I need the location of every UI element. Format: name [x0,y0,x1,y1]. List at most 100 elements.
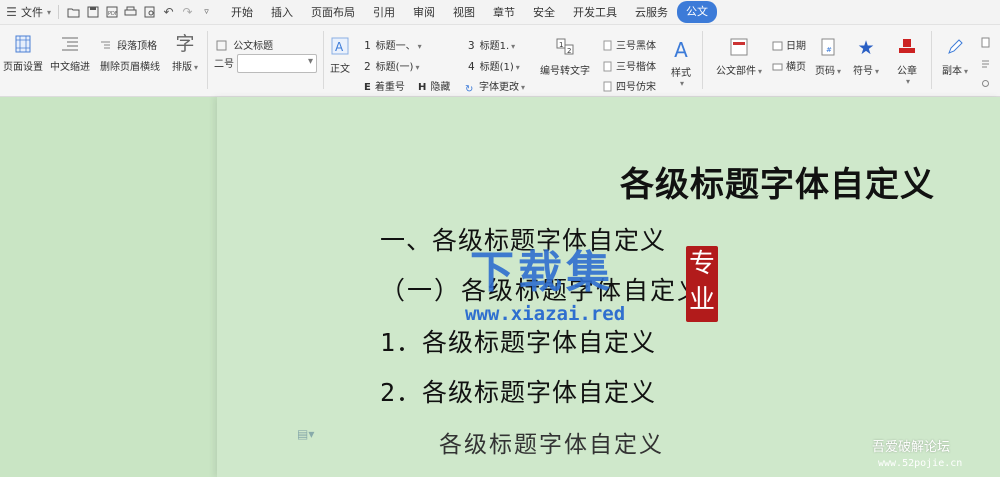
doc-icon [602,81,613,92]
pen-edit-icon [944,37,966,59]
para-top-icon [100,40,111,51]
star-icon: ★ [857,37,875,59]
text-style-icon: A [329,35,351,57]
tab-official-doc[interactable]: 公文 [677,1,718,23]
paragraph-layout-icon[interactable]: ▤▾ [297,427,314,441]
indent-icon [59,33,81,55]
save-icon[interactable] [85,5,100,19]
tab-security[interactable]: 安全 [524,1,564,23]
official-title-button[interactable]: 公文标题 [216,37,273,52]
export-pdf-icon[interactable]: PDF [104,5,119,19]
seal-stamp-icon [896,37,918,59]
chevron-down-icon: ▾ [837,67,842,76]
symbol-button[interactable]: ★ 符号 ▾ [852,37,880,77]
san-kai-button[interactable]: 三号楷体 [602,58,656,73]
ribbon-tabs: 开始 插入 页面布局 引用 审阅 视图 章节 安全 开发工具 云服务 公文 [222,1,718,23]
menu-bar: ☰ 文件 ▾ PDF ↶ ↷ ▿ 开始 插入 页面布局 引用 审阅 视图 章节 … [0,0,1000,25]
font-size-select[interactable]: ▾ [237,54,317,73]
page-number-icon: # [817,37,839,59]
chevron-down-icon: ▾ [307,56,313,67]
official-seal-button[interactable]: 公章 ▾ [893,37,921,86]
heading2-button[interactable]: 2 标题(一) ▾ [364,58,419,73]
hide-text-button[interactable]: H 隐藏 [418,78,450,93]
more-tool-2[interactable] [980,58,994,70]
chevron-down-icon: ▾ [757,67,762,76]
chevron-down-icon: ▾ [417,42,422,51]
tab-references[interactable]: 引用 [364,1,404,23]
layout-button[interactable]: 字 排版 ▾ [168,33,202,73]
page-setup-icon [12,33,34,55]
open-folder-icon[interactable] [66,5,81,19]
ribbon-toolbar: 页面设置 中文缩进 段落顶格 删除页眉横线 字 排版 ▾ 公文标题 二号 ▾ A … [0,25,1000,97]
tab-developer[interactable]: 开发工具 [564,1,626,23]
document-gutter [0,97,217,477]
date-button[interactable]: 日期 [772,37,806,52]
heading-level-4: 2．各级标题字体自定义 [380,378,657,407]
body-text: 各级标题字体自定义 [439,432,664,458]
redo-icon[interactable]: ↷ [180,5,195,19]
doc-icon [602,40,613,51]
san-hei-button[interactable]: 三号黑体 [602,37,656,52]
tab-view[interactable]: 视图 [444,1,484,23]
heading3-button[interactable]: 3 标题1. ▾ [468,37,515,52]
font-change-button[interactable]: ↻ 字体更改 ▾ [465,78,525,95]
chevron-down-icon: ▾ [515,63,520,72]
chevron-down-icon: ▾ [679,79,684,88]
title-icon [216,40,227,51]
heading1-button[interactable]: 1 标题一、 ▾ [364,37,422,52]
tab-cloud[interactable]: 云服务 [626,1,677,23]
print-preview-icon[interactable] [142,5,157,19]
refresh-icon: ↻ [465,84,474,95]
styles-button[interactable]: A 样式 ▾ [667,39,695,88]
undo-icon[interactable]: ↶ [161,5,176,19]
gear-icon [980,78,991,89]
number-convert-icon: 12 [554,37,576,59]
svg-text:1: 1 [559,41,563,49]
document-title: 各级标题字体自定义 [620,165,935,205]
chevron-down-icon: ▾ [874,67,879,76]
attachment-icon [980,37,991,48]
watermark-url: www.xiazai.red [465,303,626,325]
tab-insert[interactable]: 插入 [262,1,302,23]
file-menu-button[interactable]: ☰ 文件 ▾ [4,4,51,20]
font-size-label: 二号 [214,59,234,70]
more-tool-1[interactable] [980,37,994,49]
chevron-down-icon: ▾ [511,42,516,51]
tab-home[interactable]: 开始 [222,1,262,23]
tab-section[interactable]: 章节 [484,1,524,23]
divider [323,31,324,89]
delete-header-line-button[interactable]: 删除页眉横线 [100,58,160,73]
chinese-indent-button[interactable]: 中文缩进 [48,33,92,73]
calendar-icon [772,40,783,51]
tab-review[interactable]: 审阅 [404,1,444,23]
page-setup-button[interactable]: 页面设置 [2,33,44,73]
para-top-button[interactable]: 段落顶格 [100,37,157,52]
tab-page-layout[interactable]: 页面布局 [302,1,364,23]
chevron-down-icon: ▾ [47,7,52,17]
corner-watermark-url: www.52pojie.cn [878,458,963,469]
doc-icon [602,61,613,72]
copy-button[interactable]: 副本 ▾ [938,37,972,77]
official-parts-button[interactable]: 公文部件 ▾ [712,37,766,77]
landscape-page-button[interactable]: 横页 [772,58,806,73]
emphasis-mark-button[interactable]: E 着重号 [364,78,405,93]
print-icon[interactable] [123,5,138,19]
divider [702,31,703,89]
svg-text:PDF: PDF [108,11,118,17]
chevron-down-icon: ▾ [193,63,198,72]
chevron-down-icon: ▾ [963,67,968,76]
styles-icon: A [674,38,688,62]
number-to-text-button[interactable]: 12 编号转文字 [538,37,592,77]
chevron-down-icon: ▾ [415,63,420,72]
doc-parts-icon [728,37,750,59]
customize-toolbar-icon[interactable]: ▿ [199,5,214,19]
heading-level-3: 1．各级标题字体自定义 [380,328,657,357]
landscape-icon [772,61,783,72]
watermark-seal: 专 业 [686,246,718,322]
page-number-button[interactable]: # 页码 ▾ [815,37,841,77]
heading4-button[interactable]: 4 标题(1) ▾ [468,58,520,73]
more-tool-3[interactable] [980,78,994,90]
si-fang-button[interactable]: 四号仿宋 [602,78,656,93]
font-size-input[interactable]: ▾ [237,54,317,73]
body-text-button[interactable]: A 正文 [327,35,353,75]
